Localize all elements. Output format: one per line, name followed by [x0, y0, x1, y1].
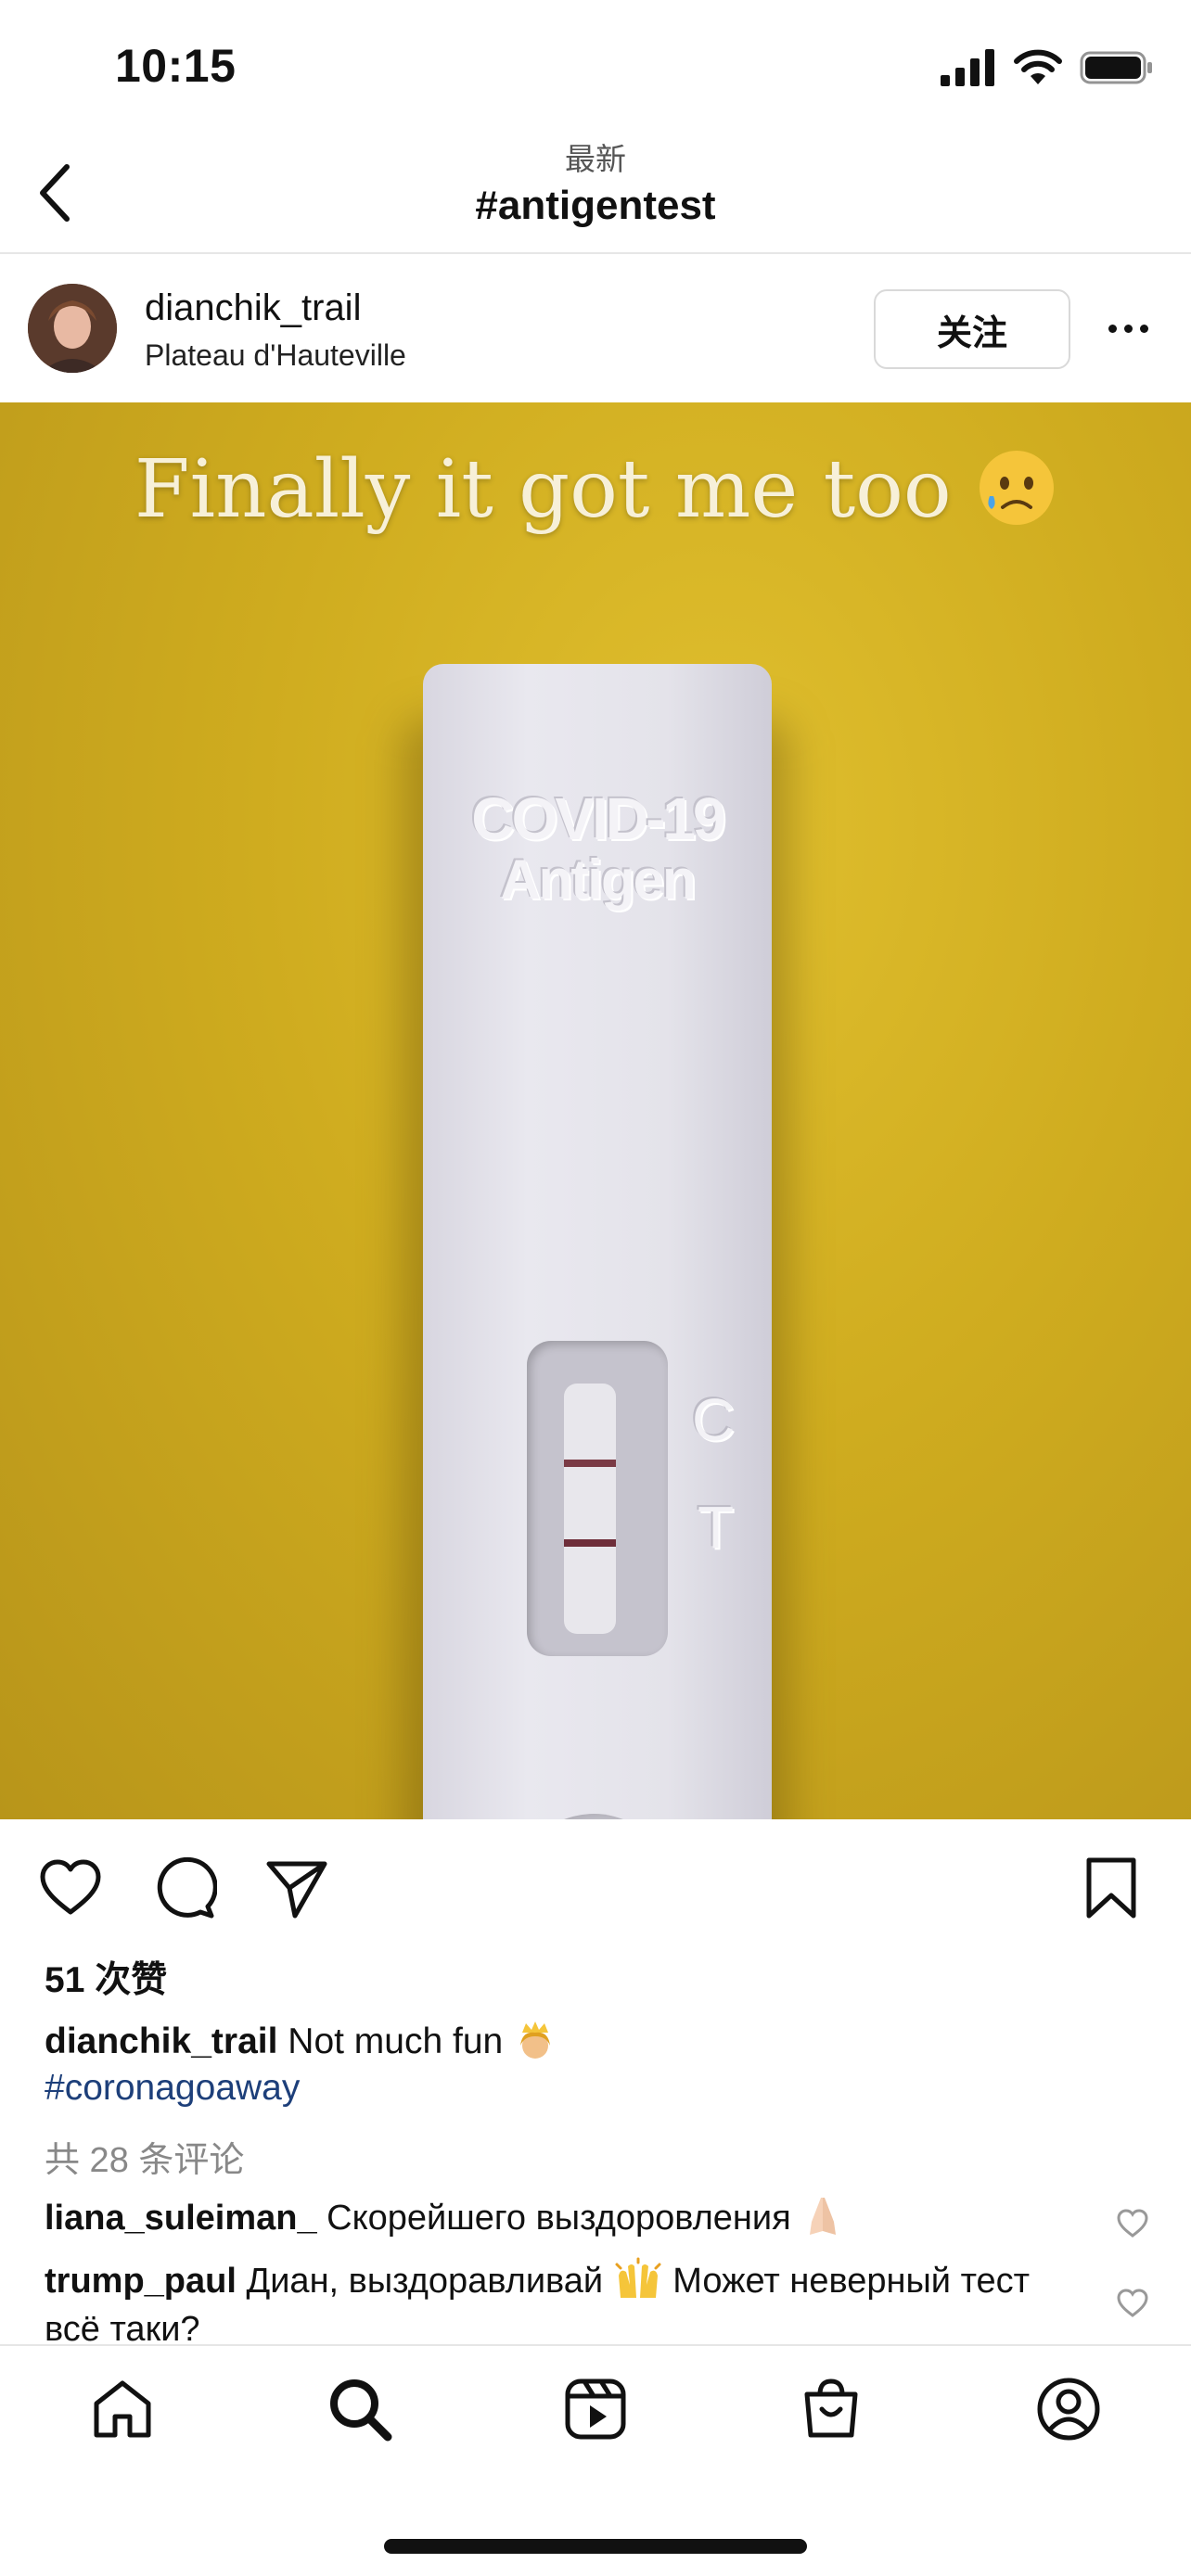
sad-face-emoji-icon [980, 451, 1055, 525]
label-c: C [692, 1386, 736, 1453]
avatar-image [28, 284, 117, 373]
nav-shop[interactable] [792, 2370, 870, 2448]
comment-like-button[interactable] [1115, 2287, 1150, 2320]
result-window [564, 1384, 616, 1634]
caption-text: Not much fun [288, 2021, 504, 2061]
post-username[interactable]: dianchik_trail [145, 284, 361, 332]
post-image[interactable]: Finally it got me too COVID-19 Antigen C… [0, 402, 1191, 1819]
overlay-text: Finally it got me too [134, 443, 952, 536]
sample-well [492, 1814, 696, 1819]
control-line [564, 1460, 616, 1467]
raised-hands-emoji-icon [615, 2257, 661, 2298]
nav-reels[interactable] [557, 2370, 634, 2448]
follow-button[interactable]: 关注 [874, 289, 1070, 369]
test-cassette: COVID-19 Antigen C T S [423, 664, 772, 1819]
bookmark-icon [1086, 1857, 1136, 1919]
comment-icon [157, 1856, 218, 1919]
comment-button[interactable] [150, 1855, 218, 1921]
home-indicator[interactable] [384, 2539, 807, 2554]
comment-item: liana_suleiman_ Скорейшего выздоровления [45, 2194, 1074, 2242]
comment-text: Диан, выздоравливай [246, 2262, 604, 2301]
heart-icon [1117, 2289, 1148, 2317]
share-button[interactable] [263, 1855, 330, 1921]
bottom-nav [0, 2346, 1191, 2476]
cassette-label-line2: Antigen [500, 848, 696, 911]
post-caption: dianchik_trail Not much fun [45, 2018, 557, 2062]
nav-search[interactable] [321, 2370, 399, 2448]
header-subtitle: 最新 [565, 142, 626, 176]
test-line [564, 1539, 616, 1547]
result-window-frame [527, 1341, 668, 1656]
view-comments-link[interactable]: 共 28 条评论 [45, 2131, 244, 2182]
dot-icon [1123, 324, 1133, 333]
post-hashtag[interactable]: #coronagoaway [45, 2068, 300, 2109]
signal-icon [941, 49, 994, 86]
cassette-label-line1: COVID-19 [471, 785, 725, 852]
more-options-button[interactable] [1100, 310, 1156, 347]
comment-like-button[interactable] [1115, 2207, 1150, 2240]
reels-icon [565, 2378, 626, 2440]
home-icon [94, 2380, 151, 2438]
princess-emoji-icon [520, 2021, 551, 2059]
status-icons [941, 46, 1154, 89]
praying-hands-emoji-icon [810, 2198, 837, 2235]
status-time: 10:15 [115, 40, 237, 92]
like-count[interactable]: 51 次赞 [45, 1951, 167, 2003]
avatar[interactable] [28, 284, 117, 373]
profile-icon [1037, 2378, 1100, 2441]
header-divider [0, 252, 1191, 254]
post-location[interactable]: Plateau d'Hauteville [145, 336, 406, 375]
header: 最新 #antigentest [0, 139, 1191, 232]
dot-icon [1108, 324, 1117, 333]
caption-username[interactable]: dianchik_trail [45, 2021, 277, 2061]
image-overlay-text: Finally it got me too [0, 443, 1191, 536]
dot-icon [1139, 324, 1148, 333]
nav-home[interactable] [83, 2370, 161, 2448]
comment-username[interactable]: liana_suleiman_ [45, 2199, 317, 2238]
comment-text: Скорейшего выздоровления [327, 2199, 791, 2238]
wifi-icon [1014, 49, 1062, 84]
like-button[interactable] [37, 1855, 104, 1921]
battery-icon [1080, 51, 1152, 84]
nav-profile[interactable] [1030, 2370, 1108, 2448]
page-title[interactable]: #antigentest [0, 180, 1191, 232]
heart-icon [1117, 2209, 1148, 2238]
save-button[interactable] [1078, 1855, 1145, 1921]
comment-item: trump_paul Диан, выздоравливай Может нев… [45, 2257, 1074, 2353]
label-t: T [698, 1494, 735, 1561]
heart-icon [40, 1859, 101, 1915]
search-icon [330, 2379, 392, 2442]
comment-username[interactable]: trump_paul [45, 2262, 237, 2301]
shop-icon [804, 2378, 858, 2438]
send-icon [266, 1861, 327, 1919]
